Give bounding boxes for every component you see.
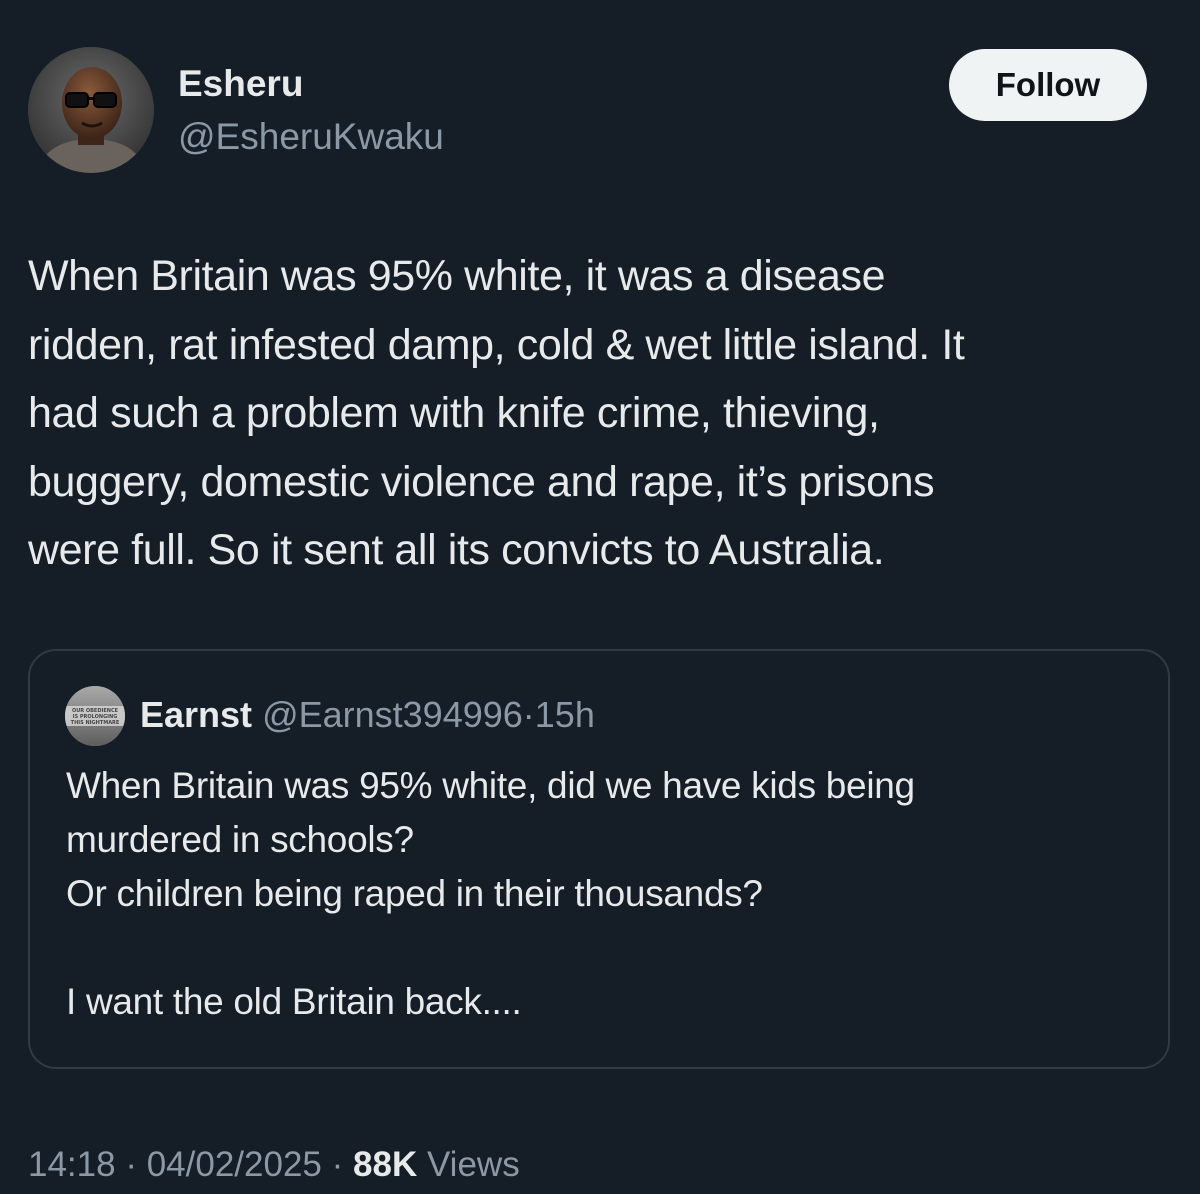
quoted-avatar-text-3: THIS NIGHTMARE bbox=[71, 720, 120, 726]
post-text: When Britain was 95% white, it was a dis… bbox=[28, 252, 965, 574]
quoted-author-handle[interactable]: @Earnst394996 bbox=[262, 694, 523, 735]
post-date[interactable]: 04/02/2025 bbox=[147, 1145, 322, 1184]
post-time[interactable]: 14:18 bbox=[28, 1145, 116, 1184]
quoted-author-avatar-image: OUR OBEDIENCE IS PROLONGING THIS NIGHTMA… bbox=[65, 686, 125, 746]
follow-button[interactable]: Follow bbox=[949, 49, 1147, 121]
post-footer: 14:18 · 04/02/2025 · 88K Views bbox=[28, 1142, 520, 1188]
quoted-post-age[interactable]: 15h bbox=[535, 694, 595, 735]
quoted-post-card[interactable]: OUR OBEDIENCE IS PROLONGING THIS NIGHTMA… bbox=[28, 649, 1170, 1069]
footer-separator-1: · bbox=[125, 1145, 137, 1184]
views-count[interactable]: 88K bbox=[353, 1145, 417, 1184]
author-handle[interactable]: @EsheruKwaku bbox=[178, 115, 444, 159]
quoted-author-avatar[interactable]: OUR OBEDIENCE IS PROLONGING THIS NIGHTMA… bbox=[65, 686, 125, 746]
quoted-post-header: Earnst @Earnst394996·15h bbox=[140, 693, 595, 737]
author-name[interactable]: Esheru bbox=[178, 62, 303, 106]
quoted-author-name[interactable]: Earnst bbox=[140, 694, 252, 735]
author-avatar[interactable] bbox=[28, 47, 154, 173]
quoted-meta-separator: · bbox=[522, 694, 535, 735]
quoted-post-text: When Britain was 95% white, did we have … bbox=[66, 765, 915, 1022]
footer-separator-2: · bbox=[331, 1145, 344, 1184]
views-label: Views bbox=[426, 1145, 520, 1184]
author-avatar-image bbox=[28, 47, 154, 173]
